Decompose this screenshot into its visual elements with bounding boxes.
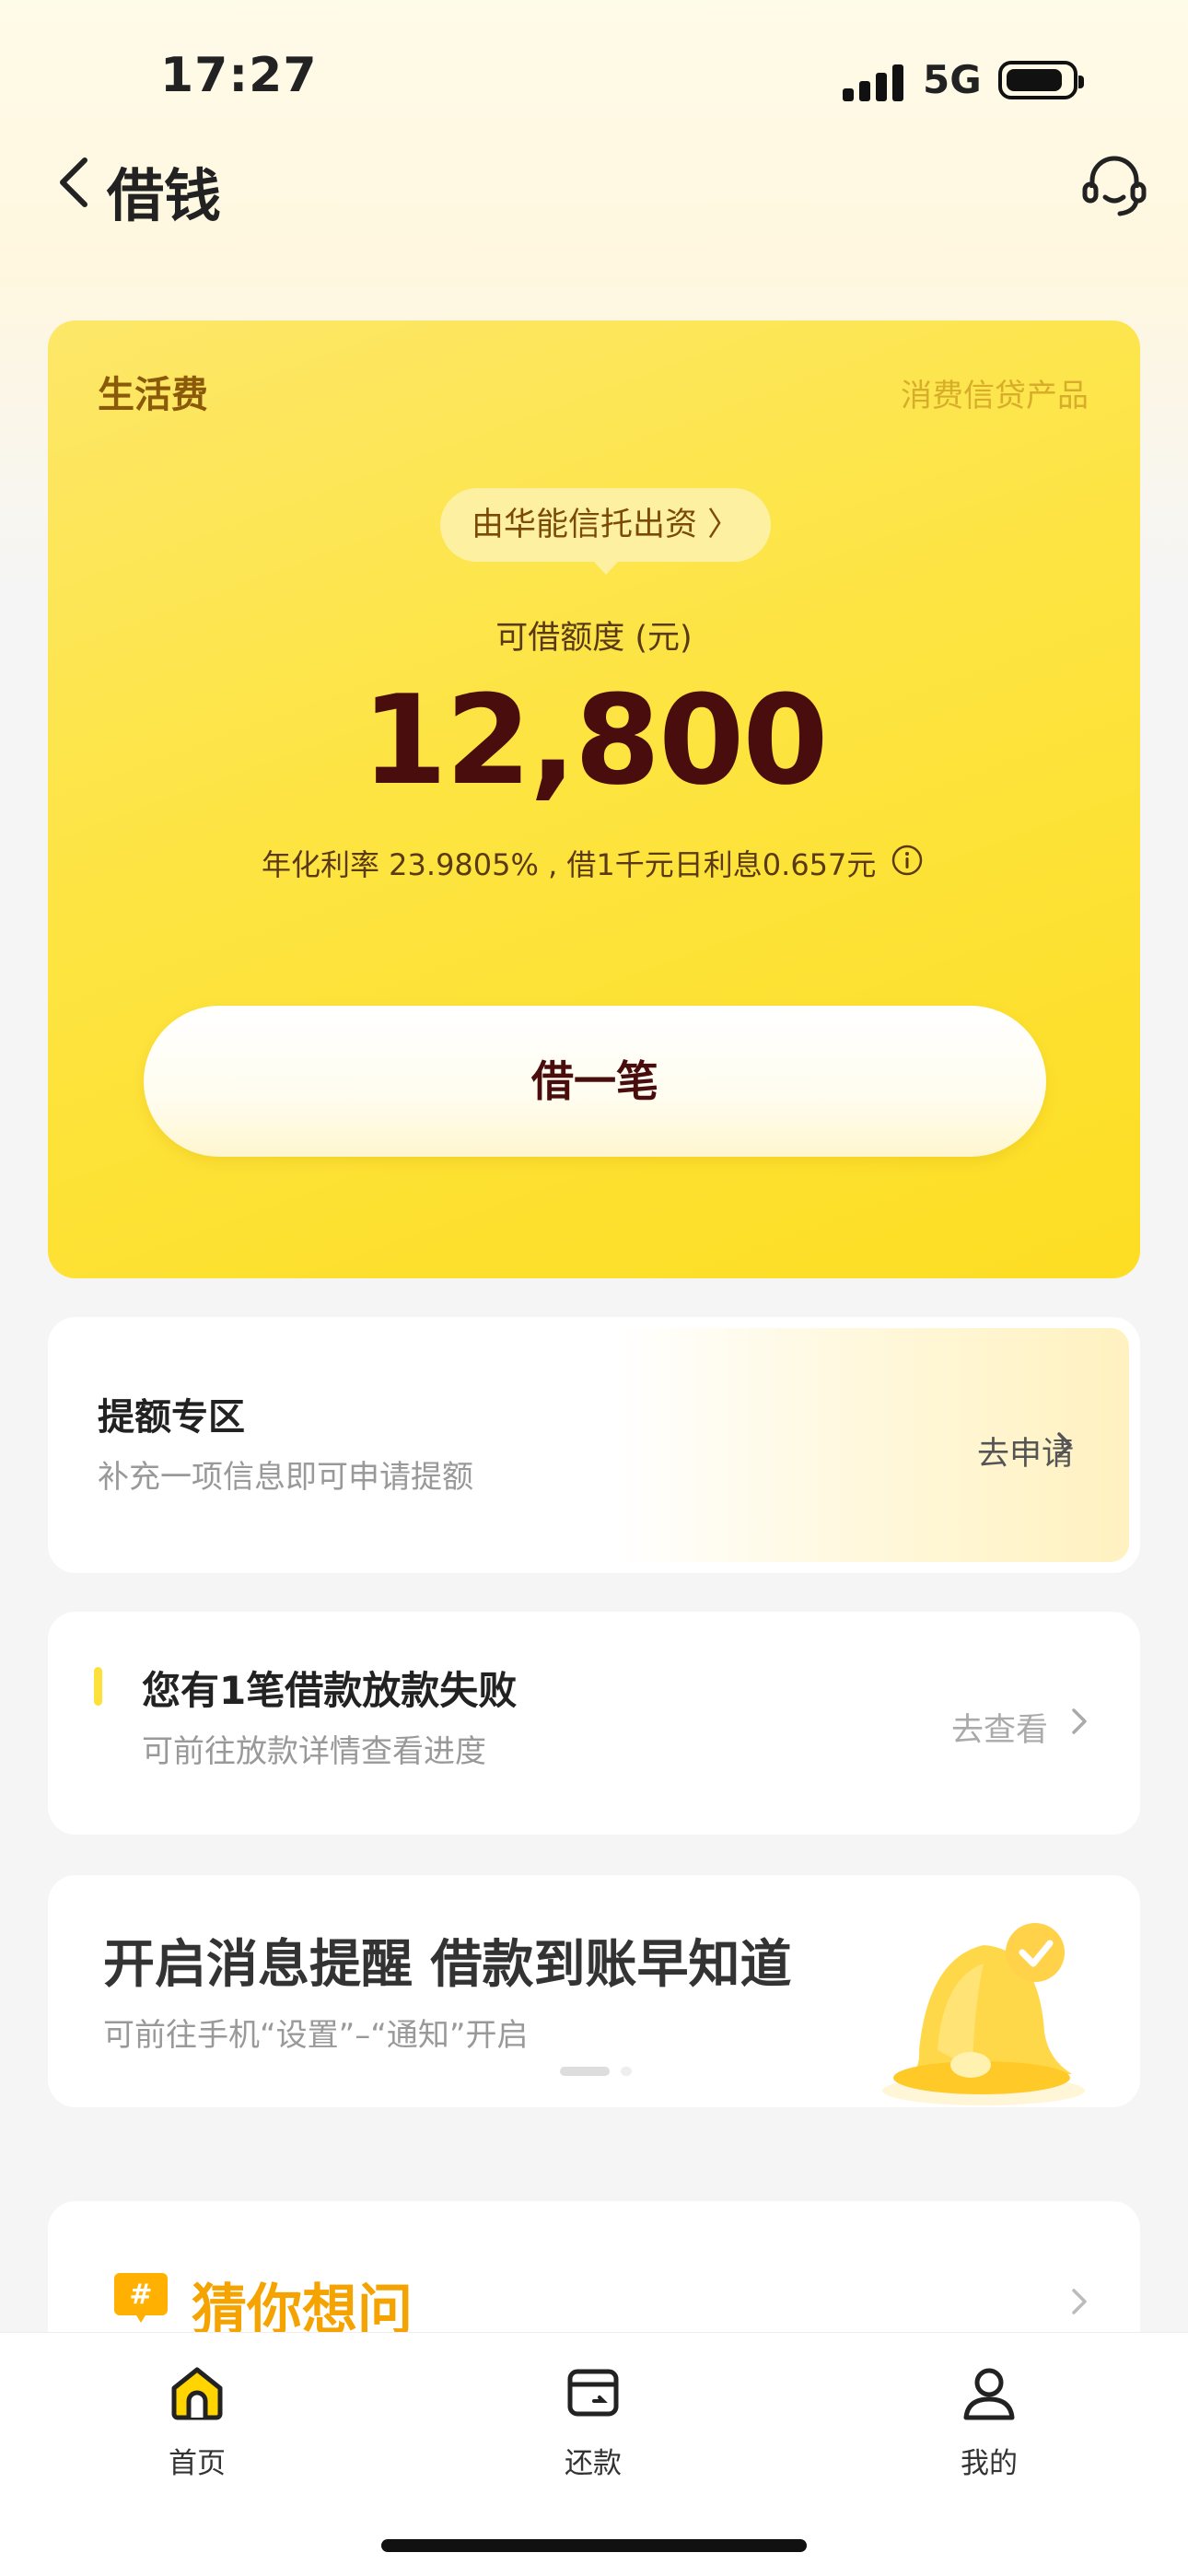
tab-home[interactable]: 首页 <box>105 2362 289 2500</box>
tab-label: 我的 <box>961 2447 1018 2480</box>
chevron-right-icon <box>1057 1432 1072 1458</box>
failure-subtitle: 可前往放款详情查看进度 <box>142 1733 486 1770</box>
chevron-right-icon <box>1072 2289 1087 2314</box>
boost-title: 提额专区 <box>98 1396 245 1439</box>
tab-label: 还款 <box>565 2447 622 2480</box>
user-icon <box>963 2368 1015 2420</box>
credit-amount: 12,800 <box>361 669 828 812</box>
product-tag: 消费信贷产品 <box>901 378 1089 414</box>
nav-bar: 借钱 <box>0 138 1188 230</box>
boost-subtitle: 补充一项信息即可申请提额 <box>98 1459 473 1496</box>
page-title: 借钱 <box>107 162 222 229</box>
info-icon[interactable] <box>891 844 924 877</box>
notification-banner[interactable]: 开启消息提醒 借款到账早知道 可前往手机“设置”–“通知”开启 <box>48 1875 1140 2107</box>
borrow-button[interactable]: 借一笔 <box>144 1006 1046 1157</box>
credit-boost-card[interactable]: 提额专区 补充一项信息即可申请提额 去申请 <box>48 1317 1140 1573</box>
tab-repay[interactable]: 还款 <box>501 2362 685 2500</box>
view-link[interactable]: 去查看 <box>951 1704 1048 1751</box>
bell-icon <box>882 1923 1085 2105</box>
status-bar: 17:27 5G <box>0 0 1188 157</box>
battery-icon <box>998 61 1084 99</box>
banner-subtitle: 可前往手机“设置”–“通知”开启 <box>103 2017 529 2054</box>
network-type: 5G <box>923 57 982 102</box>
rate-text: 年化利率 23.9805% , 借1千元日利息0.657元 <box>262 847 877 882</box>
signal-icon <box>843 64 905 101</box>
wallet-icon <box>567 2369 619 2417</box>
accent-bar <box>94 1667 102 1706</box>
customer-service-icon[interactable] <box>1079 151 1149 221</box>
loan-failure-card[interactable]: 您有1笔借款放款失败 可前往放款详情查看进度 去查看 <box>48 1612 1140 1835</box>
banner-title: 开启消息提醒 借款到账早知道 <box>103 1935 792 1995</box>
funder-badge[interactable]: 由华能信托出资 〉 <box>440 488 772 575</box>
chevron-right-icon <box>1072 1708 1087 1734</box>
status-time: 17:27 <box>160 48 318 103</box>
home-icon <box>171 2367 223 2420</box>
loan-card: 生活费 消费信贷产品 由华能信托出资 〉 可借额度 (元) 12,800 年化利… <box>48 321 1140 1278</box>
back-arrow-icon[interactable] <box>52 155 98 210</box>
product-title: 生活费 <box>98 374 208 416</box>
limit-label: 可借额度 (元) <box>495 620 693 657</box>
tab-mine[interactable]: 我的 <box>897 2362 1081 2500</box>
failure-title: 您有1笔借款放款失败 <box>142 1668 518 1713</box>
hashtag-icon: # <box>114 2273 168 2323</box>
tab-label: 首页 <box>169 2447 226 2480</box>
home-indicator <box>381 2539 807 2552</box>
svg-text:#: # <box>129 2279 152 2311</box>
